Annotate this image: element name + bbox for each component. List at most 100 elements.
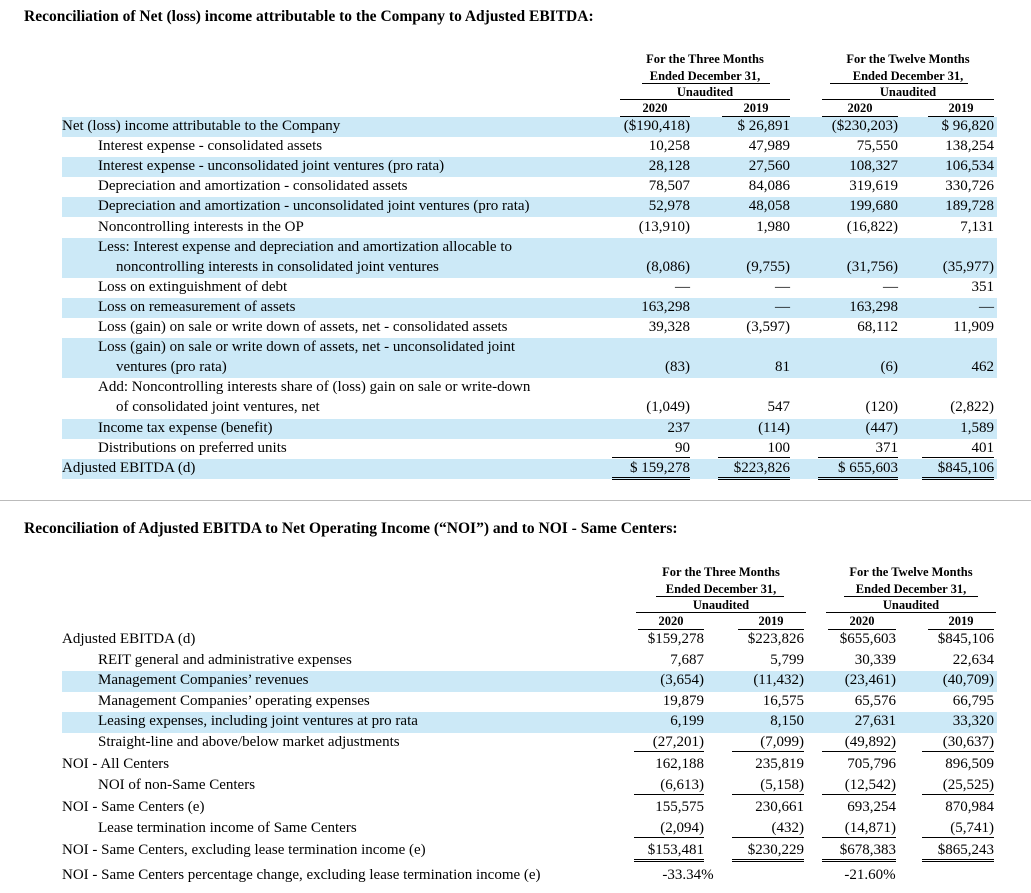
row-label: Lease termination income of Same Centers	[98, 819, 357, 836]
hdr-rule	[636, 612, 806, 613]
cell-value: 462	[971, 359, 995, 376]
row-label: Leasing expenses, including joint ventur…	[98, 713, 418, 729]
cell-value: 163,298	[641, 298, 690, 315]
cell-value: 48,058	[748, 198, 790, 215]
header-line: For the Twelve Months	[849, 565, 973, 579]
cell-value: 547	[767, 399, 791, 416]
cell-value: $159,278	[647, 631, 704, 647]
cell-value: 65,576	[854, 692, 896, 709]
cell-value: ($190,418)	[623, 118, 690, 134]
table-row: NOI - Same Centers (e) 155,575 230,661 693,…	[62, 798, 997, 819]
cell-value: 870,984	[945, 799, 994, 815]
cell-value: (11,432)	[753, 672, 804, 688]
row-label: Loss on extinguishment of debt	[98, 278, 288, 295]
section-divider	[0, 500, 1031, 501]
table-row: Interest expense - unconsolidated joint …	[62, 157, 997, 178]
cell-value: 1,980	[756, 218, 790, 235]
cell-value: 10,258	[648, 138, 690, 155]
row-label: NOI - Same Centers percentage change, ex…	[62, 866, 541, 883]
cell-value: 39,328	[648, 319, 690, 335]
row-label: Depreciation and amortization - unconsol…	[98, 198, 530, 215]
cell-value: 138,254	[945, 138, 994, 155]
header-line: Ended December 31,	[665, 581, 777, 596]
table-row: Distributions on preferred units 90 100 371…	[62, 439, 997, 459]
cell-value: 19,879	[662, 692, 704, 709]
cell-value: 27,560	[748, 158, 790, 175]
cell-value: (3,654)	[660, 672, 704, 688]
table-row: Depreciation and amortization - unconsol…	[62, 197, 997, 218]
section-title-ebitda: Reconciliation of Net (loss) income attr…	[24, 8, 594, 25]
cell-value: 7,131	[960, 218, 994, 235]
header-three-months: For the Three Months Ended December 31, …	[620, 51, 790, 101]
cell-value: $153,481	[634, 842, 704, 862]
table-row: Straight-line and above/below market adj…	[62, 733, 997, 756]
table-row: Adjusted EBITDA (d) $ 159,278 $223,826 $ 65…	[62, 458, 997, 480]
row-label: NOI - Same Centers, excluding lease term…	[62, 842, 426, 858]
row-label: Less: Interest expense and depreciation …	[98, 238, 513, 255]
cell-value: 108,327	[849, 158, 898, 175]
cell-value: 100	[718, 440, 790, 458]
row-label: Interest expense - unconsolidated joint …	[98, 158, 445, 175]
percent-change: -33.34%	[662, 866, 714, 883]
hdr-rule	[656, 596, 784, 597]
cell-value: 351	[971, 278, 995, 295]
cell-value: (49,892)	[822, 734, 896, 752]
cell-value: (2,822)	[950, 399, 994, 416]
row-label: Adjusted EBITDA (d)	[62, 459, 196, 476]
hdr-rule	[642, 83, 770, 84]
cell-value: —	[979, 298, 994, 315]
cell-value: 705,796	[847, 756, 896, 772]
cell-value: 199,680	[849, 198, 898, 215]
cell-value: (13,910)	[638, 218, 690, 235]
header-line: For the Twelve Months	[846, 52, 970, 66]
cell-value: 8,150	[770, 713, 804, 729]
header-three-months: For the Three Months Ended December 31, …	[636, 564, 806, 614]
cell-value: $655,603	[839, 631, 896, 647]
year-header: 2019	[738, 614, 804, 630]
row-label: Loss (gain) on sale or write down of ass…	[98, 339, 515, 356]
table-row: Noncontrolling interests in the OP (13,91…	[62, 218, 997, 238]
cell-value: 189,728	[945, 198, 994, 215]
cell-value: 66,795	[952, 692, 994, 709]
cell-value: $223,826	[747, 631, 804, 647]
cell-value: $223,826	[718, 460, 790, 480]
cell-value: 319,619	[849, 178, 898, 195]
cell-value: (5,741)	[922, 820, 994, 838]
table-row: Loss on remeasurement of assets 163,298 — 1…	[62, 297, 997, 319]
cell-value: 68,112	[857, 319, 898, 335]
cell-value: (9,755)	[746, 258, 790, 275]
cell-value: (1,049)	[646, 399, 690, 416]
year-header: 2020	[620, 101, 690, 117]
row-label: NOI - All Centers	[62, 756, 170, 772]
table-row: NOI - All Centers 162,188 235,819 705,796 89…	[62, 755, 997, 776]
year-header: 2020	[638, 614, 704, 630]
cell-value: (35,977)	[942, 258, 994, 275]
cell-value: (8,086)	[646, 258, 690, 275]
cell-value: 896,509	[945, 756, 994, 772]
cell-value: (2,094)	[634, 820, 704, 838]
cell-value: (16,822)	[846, 218, 898, 235]
cell-value: 52,978	[648, 198, 690, 215]
row-label: Distributions on preferred units	[98, 439, 287, 456]
cell-value: 230,661	[755, 799, 804, 815]
table-row: Adjusted EBITDA (d) $159,278 $223,826 $655,…	[62, 630, 997, 651]
cell-value: (3,597)	[746, 319, 790, 335]
table-row: Add: Noncontrolling interests share of (…	[62, 378, 997, 418]
cell-value: $ 655,603	[818, 460, 898, 480]
header-line: Ended December 31,	[649, 68, 761, 83]
table-row: Income tax expense (benefit) 237 (114) (447…	[62, 418, 997, 439]
cell-value: (40,709)	[942, 672, 994, 688]
cell-value: $678,383	[822, 842, 896, 862]
cell-value: 28,128	[648, 158, 690, 175]
cell-value: (6)	[880, 359, 899, 376]
year-header: 2020	[822, 101, 898, 117]
cell-value: (432)	[732, 820, 804, 838]
year-header: 2020	[828, 614, 896, 630]
cell-value: 401	[922, 440, 994, 458]
table-row: Interest expense - consolidated assets 10…	[62, 137, 997, 157]
cell-value: (83)	[665, 359, 690, 376]
hdr-rule	[826, 612, 996, 613]
table-row: Loss (gain) on sale or write down of ass…	[62, 318, 997, 338]
cell-value: 27,631	[854, 713, 896, 729]
hdr-rule	[830, 83, 968, 84]
